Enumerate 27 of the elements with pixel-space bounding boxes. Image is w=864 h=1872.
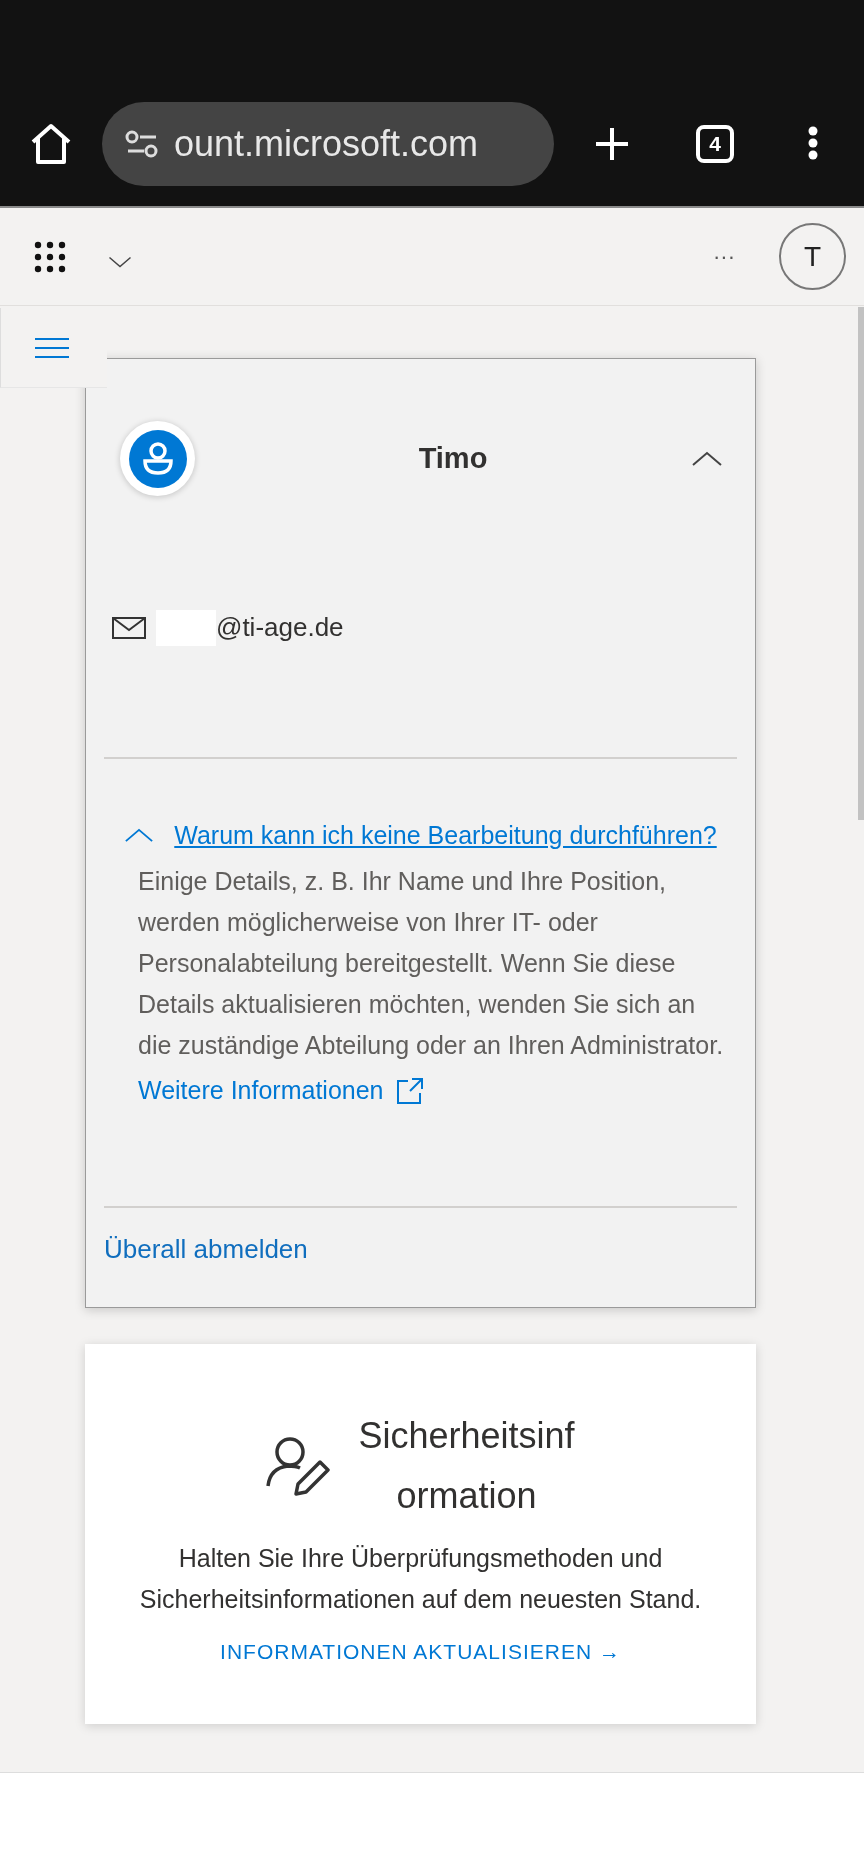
- profile-name: Timo: [417, 440, 489, 476]
- more-info-link[interactable]: Weitere Informationen: [138, 1072, 424, 1110]
- person-icon: [127, 428, 188, 489]
- help-text: Einige Details, z. B. Ihr Name und Ihre Position, werden möglicherweise von Ihrer IT- oder Personalabteilung bereitgestellt. Wenn Sie diese Details aktualisieren möchten, wenden Sie sich an die zuständige Abteilung oder an Ihren Administrator.: [137, 866, 725, 1061]
- card-description: Halten Sie Ihre Überprüfungsmethoden und Sicherheitsinformationen auf dem neuesten Stand.: [138, 1542, 703, 1615]
- menu-icon[interactable]: [808, 126, 818, 160]
- app-launcher-icon[interactable]: [34, 240, 66, 273]
- plus-icon[interactable]: [594, 126, 630, 162]
- chevron-up-icon[interactable]: [691, 450, 723, 467]
- tab-count-button[interactable]: 4: [696, 125, 734, 163]
- more-button[interactable]: ···: [713, 240, 735, 273]
- update-info-link[interactable]: INFORMATIONEN AKTUALISIEREN →: [220, 1635, 621, 1667]
- nav-menu-button[interactable]: [0, 308, 107, 388]
- sign-out-link[interactable]: Überall abmelden: [104, 1229, 737, 1269]
- card-title: Sicherheitsinf ormation: [358, 1413, 575, 1518]
- email-text: @ti-age.de: [216, 611, 344, 644]
- address-bar[interactable]: ount.microsoft.com: [102, 102, 554, 186]
- url-text: ount.microsoft.com: [174, 122, 479, 166]
- chevron-down-icon[interactable]: [108, 255, 132, 268]
- site-settings-icon: [124, 129, 160, 159]
- external-link-icon: [395, 1076, 424, 1105]
- help-question-link[interactable]: Warum kann ich keine Bearbeitung durchführen?: [154, 819, 737, 851]
- mail-icon: [112, 616, 146, 639]
- chevron-up-icon[interactable]: [124, 827, 154, 843]
- scrollbar-thumb[interactable]: [858, 307, 864, 820]
- menu-icon: [35, 337, 69, 358]
- avatar-button[interactable]: T: [779, 223, 846, 290]
